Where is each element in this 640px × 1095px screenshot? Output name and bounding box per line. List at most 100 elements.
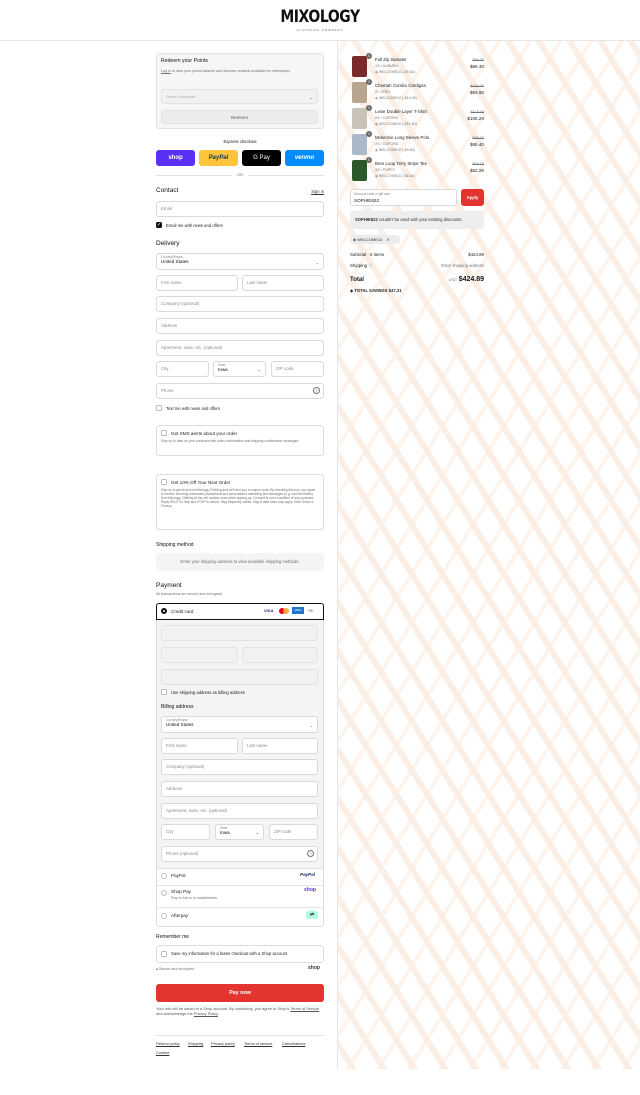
chevron-down-icon: ⌄ (255, 830, 259, 835)
total-value: USD $424.89 (449, 276, 484, 283)
savings-label: TOTAL SAVINGS (354, 288, 388, 293)
billing-city-field[interactable]: City (161, 824, 210, 840)
billing-last-name-field[interactable]: Last name (242, 738, 318, 754)
last-name-field[interactable]: Last name (242, 275, 324, 291)
footer-cancellations-link[interactable]: Cancellations (282, 1041, 305, 1046)
currency-code: USD (448, 278, 457, 282)
email-field[interactable]: Email (156, 201, 324, 217)
card-name-field[interactable] (161, 669, 318, 685)
info-icon[interactable]: ⓘ (368, 263, 372, 268)
company-field[interactable]: Company (optional) (156, 296, 324, 312)
address-placeholder: Address (161, 323, 178, 328)
billing-address-field[interactable]: Address (161, 781, 318, 797)
state-select[interactable]: State Iowa ⌄ (213, 361, 266, 377)
sms-promo-checkbox[interactable] (161, 479, 167, 485)
total-label: Total (350, 277, 364, 283)
afterpay-icon: ⇄ (306, 911, 318, 919)
paypal-radio[interactable] (161, 873, 167, 879)
shop-terms-link[interactable]: Terms of Service (290, 1006, 319, 1011)
billing-apartment-placeholder: Apartment, suite, etc. (optional) (166, 808, 228, 813)
billing-last-placeholder: Last name (247, 743, 268, 748)
sign-in-link[interactable]: Sign in (300, 189, 324, 194)
shop-pay-radio[interactable] (161, 890, 167, 896)
shop-pay-button[interactable]: shop (156, 150, 195, 166)
use-shipping-label: Use shipping address as billing address (171, 690, 245, 695)
billing-country-select[interactable]: Country/Region United States ⌄ (161, 716, 318, 733)
billing-zip-placeholder: ZIP code (274, 829, 292, 834)
help-circle-icon[interactable]: ? (313, 387, 320, 394)
points-select-placeholder: Select a discount (166, 95, 195, 99)
product-name: Mckenzie Long Sleeve Polo (375, 135, 430, 140)
product-name: Cheetah Combo Cardigan (375, 83, 427, 88)
billing-company-field[interactable]: Company (optional) (161, 759, 318, 775)
footer-refund-link[interactable]: Refund policy (156, 1041, 180, 1046)
shop-pay-label: Shop Pay (171, 889, 191, 894)
product-variant: S / GREY (375, 90, 391, 94)
shop-pay-logo: shop (304, 887, 316, 893)
quantity-badge: 1 (366, 53, 372, 59)
afterpay-radio[interactable] (161, 913, 167, 919)
footer-shipping-link[interactable]: Shipping (188, 1041, 203, 1046)
card-number-field[interactable] (161, 625, 318, 641)
footer-privacy-link[interactable]: Privacy policy (211, 1041, 235, 1046)
discount-code-field[interactable]: Discount code or gift card SOPHIE822 (350, 189, 457, 206)
apply-button[interactable]: Apply (461, 189, 484, 206)
billing-phone-field[interactable]: Phone (optional)? (161, 846, 318, 862)
save-info-label: Save my information for a faster checkou… (171, 951, 288, 956)
save-info-checkbox[interactable] (161, 951, 167, 957)
chevron-down-icon: ⌄ (315, 260, 319, 265)
google-pay-button[interactable]: G Pay (242, 150, 281, 166)
zip-field[interactable]: ZIP code (271, 361, 324, 377)
city-field[interactable]: City (156, 361, 209, 377)
help-circle-icon[interactable]: ? (307, 850, 314, 857)
pay-now-button[interactable]: Pay now (156, 984, 324, 1002)
or-label: OR (232, 172, 248, 177)
billing-apartment-field[interactable]: Apartment, suite, etc. (optional) (161, 803, 318, 819)
footer-contact-link[interactable]: Contact (156, 1050, 169, 1055)
redeem-button[interactable]: Redeem (161, 110, 318, 124)
text-news-checkbox[interactable] (156, 405, 162, 411)
logo-subtitle: CLOTHING COMPANY (296, 28, 344, 32)
product-variant: XS / OXFORD (375, 142, 399, 146)
card-expiry-field[interactable] (161, 647, 238, 663)
footer-terms-link[interactable]: Terms of service (244, 1041, 272, 1046)
visa-icon: VISA (264, 608, 274, 613)
address-field[interactable]: Address (156, 318, 324, 334)
paypal-button[interactable]: PayPal (199, 150, 238, 166)
card-cvv-field[interactable] (242, 647, 318, 663)
venmo-button[interactable]: venmo (285, 150, 324, 166)
shop-privacy-link[interactable]: Privacy Policy (194, 1011, 218, 1016)
credit-card-label: Credit card (171, 609, 194, 614)
legal-text-3: . (217, 1011, 219, 1016)
logo[interactable]: MIXOLOGY (58, 9, 583, 26)
product-price: $52.29 (469, 168, 484, 173)
use-shipping-checkbox[interactable] (161, 689, 167, 695)
discount-tag-label: WELCOME10 (357, 237, 383, 242)
sms-alerts-checkbox[interactable] (161, 430, 167, 436)
points-discount-select[interactable]: Select a discount ⌄ (161, 89, 318, 104)
billing-zip-field[interactable]: ZIP code (269, 824, 318, 840)
product-discount: ◈ WELCOME10 (-$11.80) (375, 122, 417, 126)
country-select[interactable]: Country/Region United States ⌄ (156, 253, 324, 270)
apartment-field[interactable]: Apartment, suite, etc. (optional) (156, 340, 324, 356)
sms-alerts-text: Stay up to date on your purchase with or… (161, 439, 300, 443)
secure-note: 🔒︎ Secure and encrypted (156, 967, 194, 972)
product-price: $86.40 (469, 142, 484, 147)
credit-card-radio[interactable] (161, 608, 167, 614)
product-name: Lexie Double Layer T-Shirt (375, 109, 427, 114)
phone-field[interactable]: Phone? (156, 383, 324, 399)
afterpay-label: Afterpay (171, 913, 189, 918)
close-icon[interactable]: ✕ (386, 237, 389, 242)
billing-phone-placeholder: Phone (optional) (166, 851, 199, 856)
product-discount: ◈ WELCOME10 (-$5.81) (375, 174, 415, 178)
points-login-link[interactable]: Log in (161, 69, 171, 73)
discount-code-label: Discount code or gift card (354, 192, 391, 196)
billing-state-select[interactable]: State Iowa ⌄ (215, 824, 264, 840)
delivery-fields: Country/Region United States ⌄ First name … (156, 253, 324, 423)
apply-label: Apply (466, 195, 479, 200)
email-news-checkbox[interactable]: ✓ (156, 222, 162, 228)
product-discount: ◈ WELCOME10 (-$9.60) (375, 70, 415, 74)
first-name-field[interactable]: First name (156, 275, 238, 291)
billing-first-name-field[interactable]: First name (161, 738, 238, 754)
billing-city-placeholder: City (166, 829, 174, 834)
